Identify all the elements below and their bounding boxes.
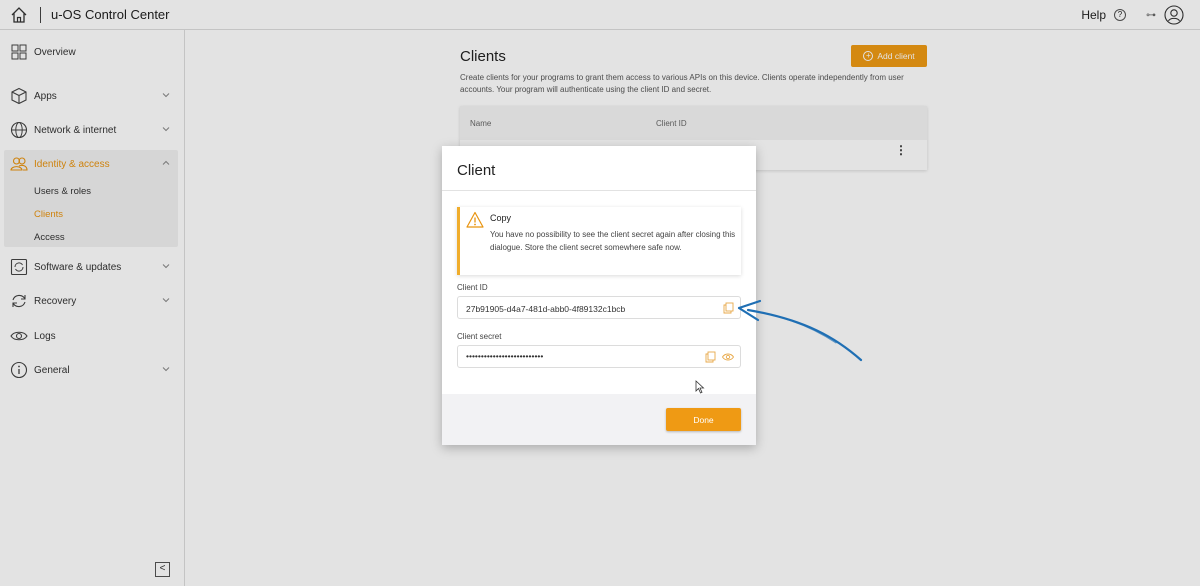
client-id-label: Client ID	[457, 283, 488, 292]
done-button[interactable]: Done	[666, 408, 741, 431]
warning-title: Copy	[490, 213, 512, 223]
show-secret-eye-icon[interactable]	[722, 352, 734, 362]
warning-notice: Copy You have no possibility to see the …	[457, 207, 741, 275]
warning-icon	[466, 211, 484, 228]
mouse-cursor-icon	[695, 380, 705, 394]
copy-icon[interactable]	[705, 351, 716, 363]
client-secret-label: Client secret	[457, 332, 502, 341]
copy-icon[interactable]	[723, 302, 734, 314]
client-dialog: Client Copy You have no possibility to s…	[442, 146, 756, 445]
annotation-arrow-icon	[737, 299, 863, 362]
dialog-divider	[442, 190, 756, 191]
client-secret-field[interactable]: ••••••••••••••••••••••••••	[457, 345, 741, 368]
client-id-value[interactable]: 27b91905-d4a7-481d-abb0-4f89132c1bcb	[466, 304, 625, 314]
dialog-title: Client	[457, 162, 496, 179]
warning-text: You have no possibility to see the clien…	[490, 230, 736, 252]
client-secret-value[interactable]: ••••••••••••••••••••••••••	[466, 351, 543, 361]
client-id-field[interactable]: 27b91905-d4a7-481d-abb0-4f89132c1bcb	[457, 296, 741, 319]
